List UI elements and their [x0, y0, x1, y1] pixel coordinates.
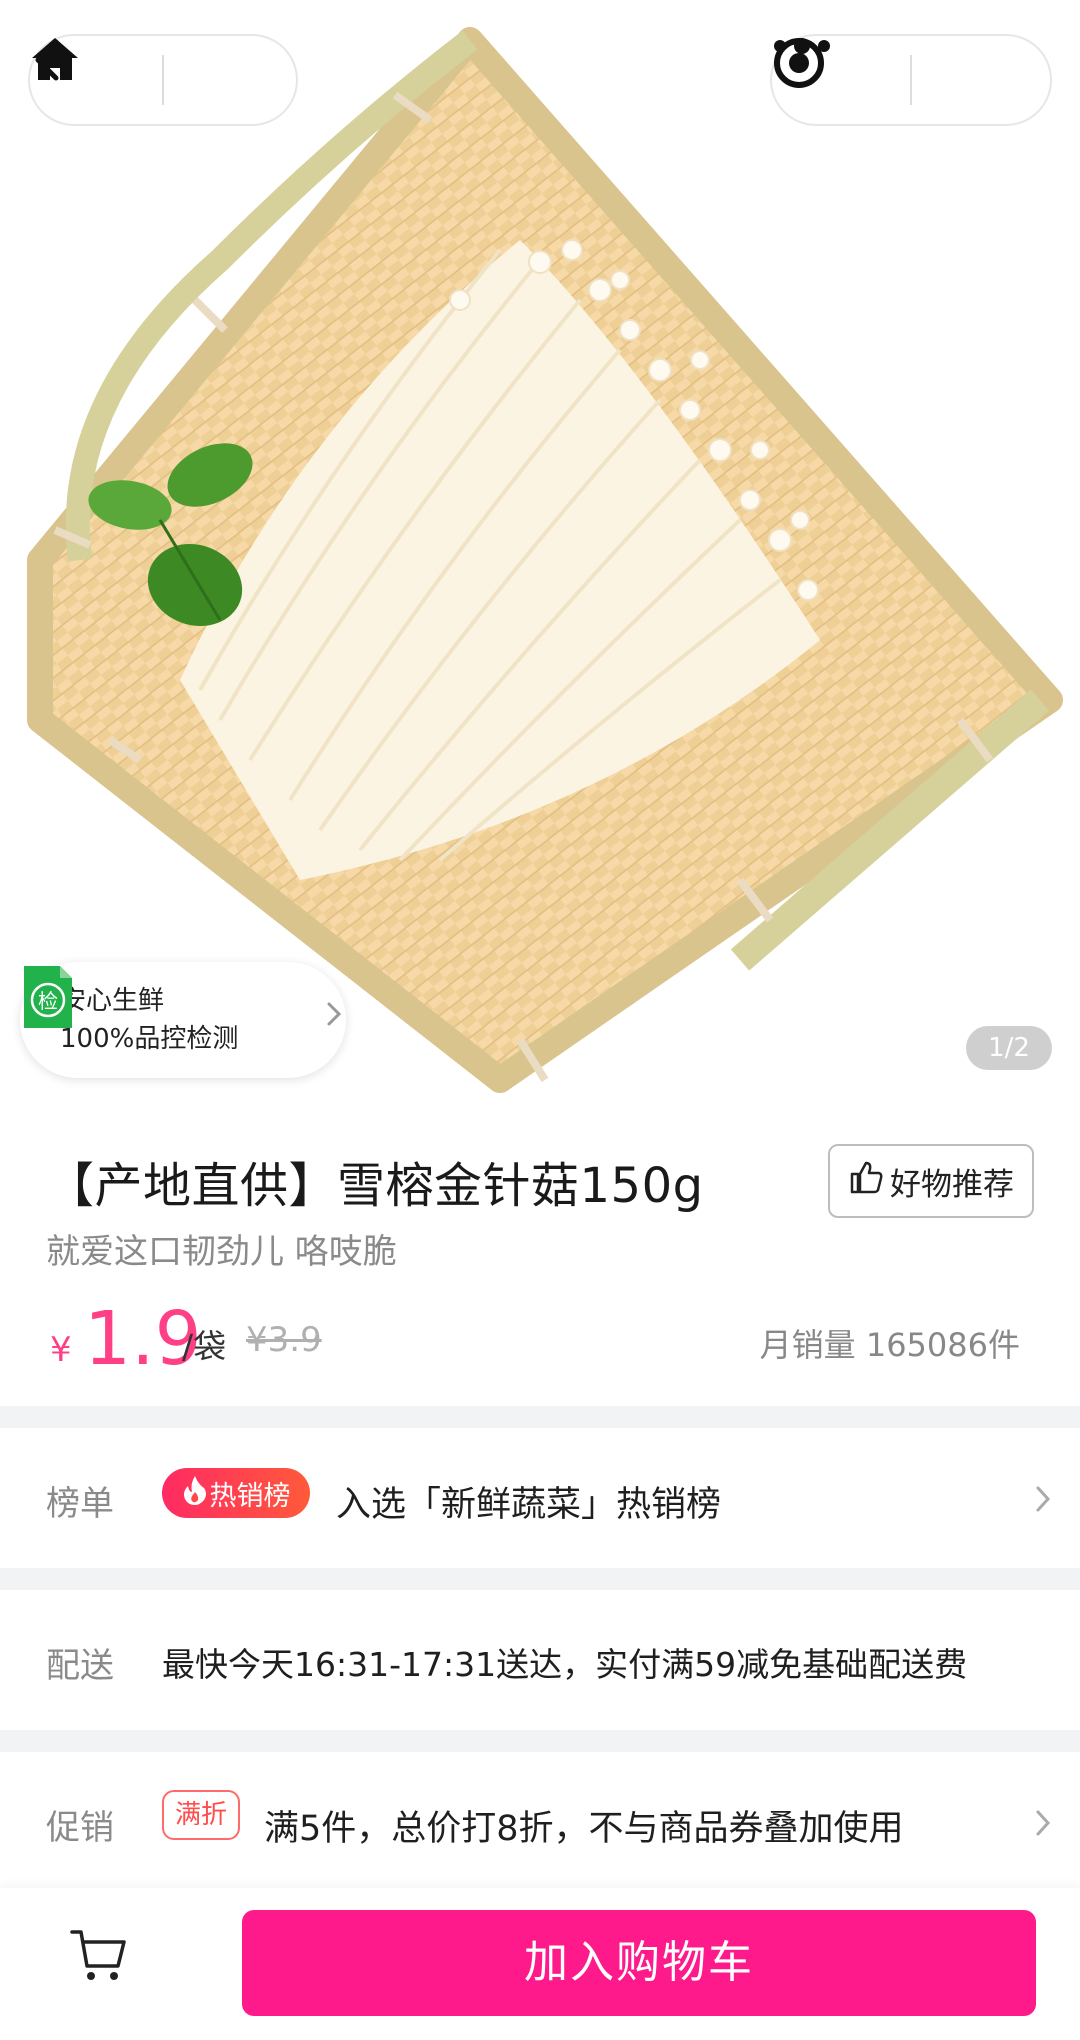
hot-sales-tag-label: 热销榜 [209, 1480, 291, 1512]
product-image-carousel[interactable]: 检 安心生鲜 100%品控检测 1/2 [0, 0, 1080, 1100]
hot-sales-tag: 热销榜 [162, 1468, 310, 1518]
chevron-right-icon [1034, 1808, 1052, 1842]
recommend-button[interactable]: 好物推荐 [828, 1144, 1034, 1218]
product-detail-page: 检 安心生鲜 100%品控检测 1/2 【产地直供】雪榕金针菇150g 好物推荐… [0, 0, 1080, 2040]
currency-symbol: ¥ [50, 1330, 72, 1370]
ranking-label: 榜单 [46, 1484, 114, 1524]
recommend-label: 好物推荐 [890, 1166, 1014, 1203]
home-button[interactable] [32, 36, 296, 124]
shopping-cart-icon[interactable] [70, 1928, 128, 1988]
chevron-right-icon [1034, 1484, 1052, 1518]
image-pager: 1/2 [966, 1026, 1052, 1070]
delivery-row: 配送 最快今天16:31-17:31送达，实付满59减免基础配送费 [0, 1590, 1080, 1730]
section-divider [0, 1730, 1080, 1752]
ranking-text: 入选「新鲜蔬菜」热销榜 [336, 1485, 722, 1525]
bottom-action-bar: 加入购物车 [0, 1888, 1080, 2040]
price-unit: /袋 [182, 1327, 227, 1366]
svg-text:检: 检 [38, 989, 58, 1013]
nav-capsule [28, 34, 298, 126]
product-subtitle: 就爱这口韧劲儿 咯吱脆 [46, 1232, 397, 1272]
monthly-sales: 月销量 165086件 [759, 1326, 1020, 1364]
discount-tag: 满折 [162, 1790, 240, 1840]
quality-line2: 100%品控检测 [60, 1024, 239, 1054]
flame-icon [182, 1474, 210, 1513]
product-title: 【产地直供】雪榕金针菇150g [46, 1158, 704, 1214]
miniprogram-capsule [770, 34, 1052, 126]
thumbs-up-icon [848, 1159, 890, 1203]
delivery-label: 配送 [46, 1646, 114, 1686]
ranking-row[interactable]: 榜单 热销榜 入选「新鲜蔬菜」热销榜 [0, 1428, 1080, 1568]
product-photo [27, 27, 1063, 1093]
delivery-text: 最快今天16:31-17:31送达，实付满59减免基础配送费 [162, 1645, 968, 1684]
close-miniprogram-button[interactable] [774, 36, 1050, 124]
add-to-cart-button[interactable]: 加入购物车 [242, 1910, 1036, 2016]
original-price: ¥3.9 [246, 1320, 322, 1360]
price-row: ¥ 1.9 /袋 ¥3.9 月销量 165086件 [46, 1296, 1046, 1382]
promotion-row[interactable]: 促销 满折 满5件，总价打8折，不与商品券叠加使用 [0, 1752, 1080, 1892]
promotion-text: 满5件，总价打8折，不与商品券叠加使用 [264, 1809, 904, 1849]
section-divider [0, 1568, 1080, 1590]
quality-badge[interactable]: 检 安心生鲜 100%品控检测 [20, 962, 346, 1078]
promotion-label: 促销 [46, 1808, 114, 1848]
quality-line1: 安心生鲜 [60, 986, 165, 1016]
section-divider [0, 1406, 1080, 1428]
